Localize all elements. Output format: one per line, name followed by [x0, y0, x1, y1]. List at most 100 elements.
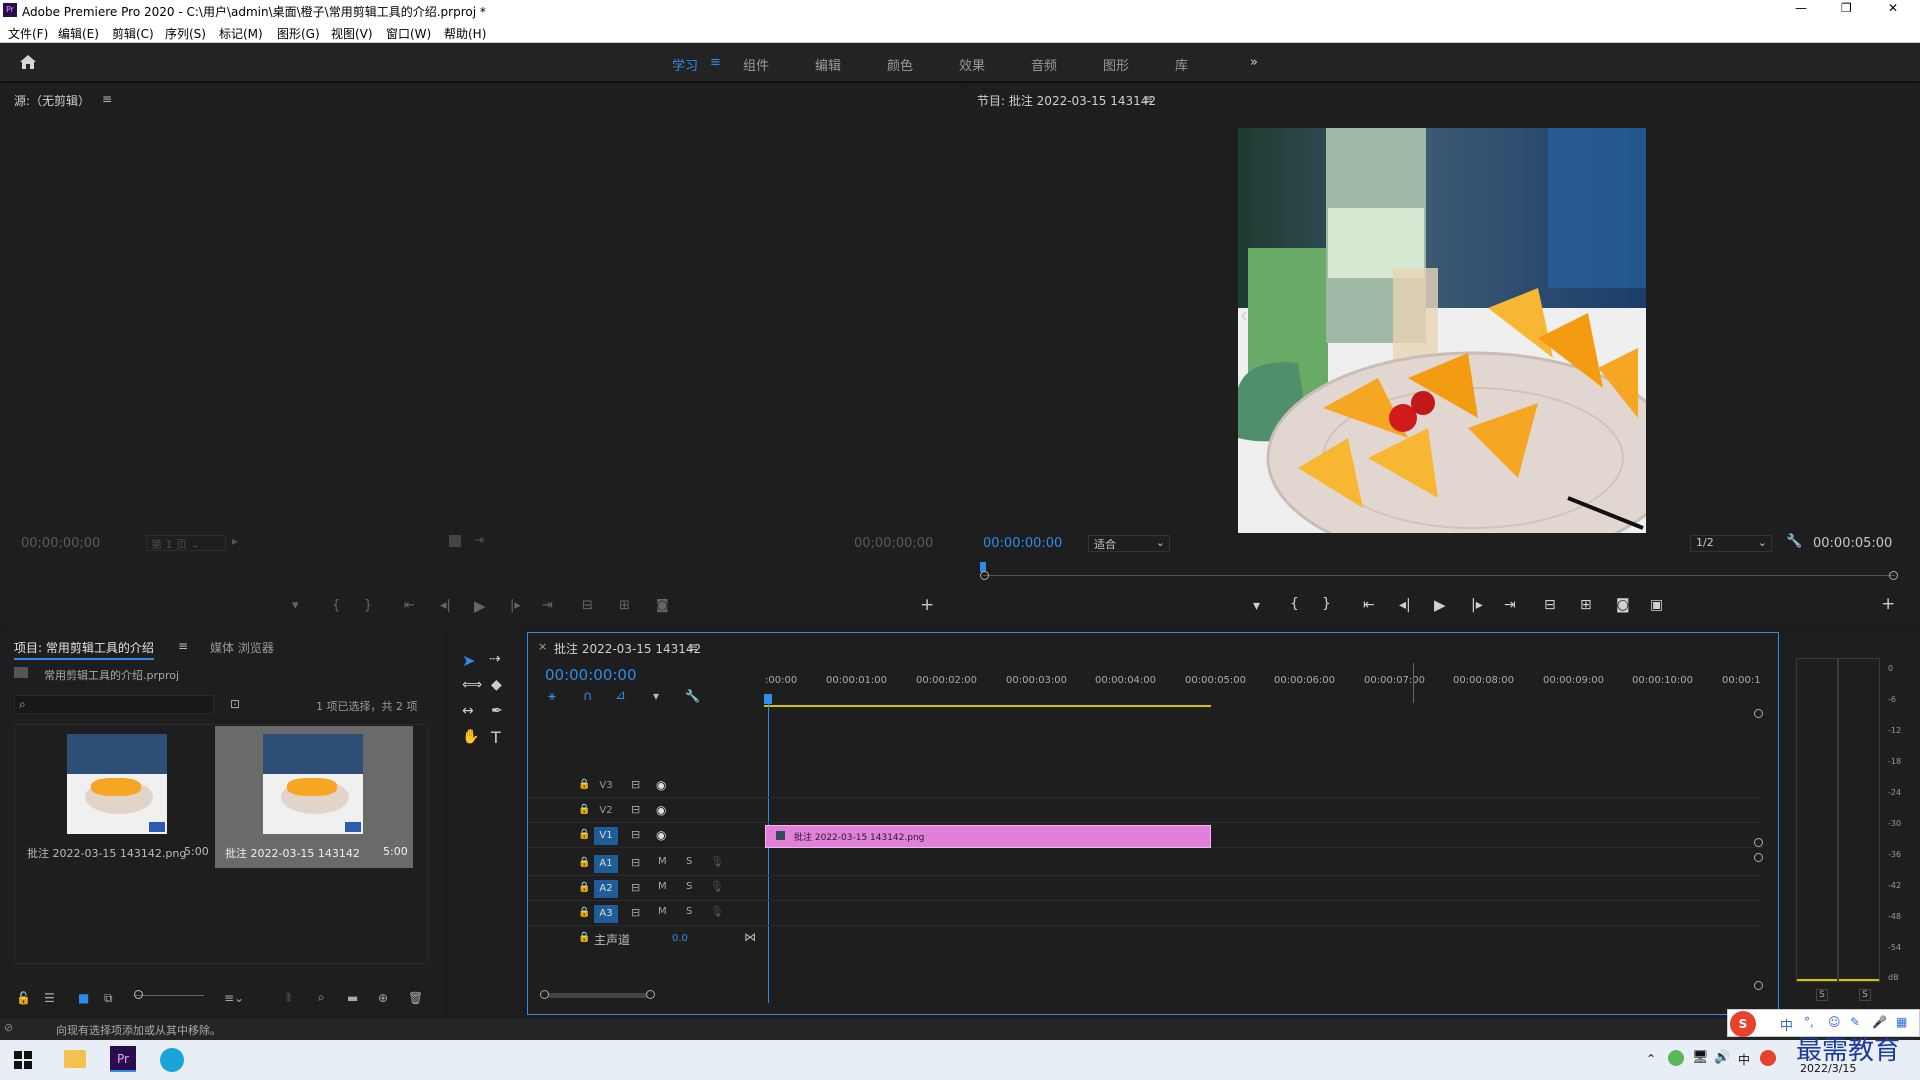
solo-button[interactable]: S: [686, 881, 692, 892]
track-lane-a1[interactable]: [764, 852, 1764, 876]
timeline-clip[interactable]: 批注 2022-03-15 143142.png: [765, 825, 1211, 848]
icon-view-icon[interactable]: ■: [78, 991, 89, 1005]
track-label[interactable]: V3: [594, 777, 618, 795]
scrubber-right-handle[interactable]: [1889, 571, 1898, 580]
resolution-dropdown[interactable]: 1/2 ⌄: [1690, 535, 1772, 552]
microphone-icon[interactable]: 🎙: [710, 905, 724, 918]
more-workspaces-button[interactable]: »: [1250, 55, 1258, 70]
mark-in-icon[interactable]: {: [1290, 596, 1299, 612]
workspace-tab-assembly[interactable]: 组件: [743, 55, 769, 74]
microphone-icon[interactable]: 🎙: [710, 855, 724, 868]
safe-margins-icon[interactable]: [449, 535, 461, 547]
track-lane-v3[interactable]: [764, 774, 1764, 798]
source-timecode-left[interactable]: 00;00;00;00: [21, 536, 100, 551]
vertical-zoom-handle[interactable]: [1754, 709, 1763, 718]
ime-toolbox-icon[interactable]: ▦: [1896, 1015, 1907, 1029]
minimize-button[interactable]: —: [1795, 1, 1807, 15]
work-area-bar[interactable]: [764, 705, 1211, 707]
timeline-timecode[interactable]: 00:00:00:00: [545, 666, 637, 684]
sogou-input-icon[interactable]: [1760, 1050, 1776, 1066]
step-forward-icon[interactable]: |▸: [1471, 597, 1483, 613]
solo-button[interactable]: S: [686, 856, 692, 867]
automate-icon[interactable]: ⫴: [286, 991, 291, 1006]
export-frame-icon[interactable]: ◙: [1616, 597, 1630, 613]
solo-right-button[interactable]: S: [1859, 989, 1871, 1001]
chevron-right-icon[interactable]: ›: [1630, 303, 1638, 327]
mute-button[interactable]: M: [658, 906, 667, 917]
project-search-input[interactable]: ⌕: [14, 695, 214, 714]
track-lane-a3[interactable]: [764, 902, 1764, 926]
vertical-zoom-handle[interactable]: [1754, 853, 1763, 862]
add-button-icon[interactable]: +: [1881, 594, 1895, 614]
sync-lock-icon[interactable]: ⊟: [631, 828, 640, 841]
timeline-sequence-tab[interactable]: 批注 2022-03-15 143142: [554, 640, 701, 657]
sync-lock-icon[interactable]: ⊟: [631, 778, 640, 791]
sync-lock-icon[interactable]: ⊟: [631, 881, 640, 894]
new-search-bin-icon[interactable]: ⊡: [230, 697, 240, 711]
insert-icon[interactable]: ⇥: [474, 533, 484, 547]
add-marker-icon[interactable]: ▾: [653, 689, 659, 703]
project-tab[interactable]: 项目: 常用剪辑工具的介绍: [14, 639, 154, 660]
list-view-icon[interactable]: ☰: [44, 991, 55, 1005]
microphone-icon[interactable]: 🎙: [710, 880, 724, 893]
ripple-edit-tool-icon[interactable]: ⟺: [462, 677, 482, 693]
pen-tool-icon[interactable]: ✒: [491, 703, 503, 719]
mark-out-icon[interactable]: }: [364, 598, 372, 613]
lock-icon[interactable]: 🔒: [578, 804, 590, 815]
timeline-settings-icon[interactable]: 🔧: [685, 689, 700, 703]
mark-out-icon[interactable]: }: [1322, 596, 1331, 612]
scroll-right-handle[interactable]: [646, 990, 655, 999]
close-tab-icon[interactable]: ×: [538, 640, 547, 653]
menu-view[interactable]: 视图(V): [331, 25, 373, 42]
type-tool-icon[interactable]: T: [491, 728, 501, 747]
track-label[interactable]: A2: [594, 880, 618, 898]
go-to-in-icon[interactable]: ⇤: [1363, 597, 1375, 613]
panel-menu-icon[interactable]: ≡: [688, 640, 698, 654]
eye-icon[interactable]: ◉: [656, 828, 666, 842]
ime-voice-icon[interactable]: 🎤: [1872, 1015, 1887, 1029]
ime-emoji-icon[interactable]: ☺: [1828, 1015, 1841, 1029]
maximize-button[interactable]: ❐: [1841, 1, 1852, 15]
mute-button[interactable]: M: [658, 856, 667, 867]
linked-selection-icon[interactable]: ⊿: [615, 688, 626, 703]
workspace-menu-icon[interactable]: ≡: [710, 55, 721, 70]
lift-icon[interactable]: ⊟: [1544, 597, 1556, 613]
panel-menu-icon[interactable]: ≡: [102, 92, 112, 106]
eye-icon[interactable]: ◉: [656, 778, 666, 792]
ime-skin-icon[interactable]: ✎: [1850, 1015, 1860, 1029]
lock-icon[interactable]: 🔒: [578, 882, 590, 893]
mark-in-icon[interactable]: {: [332, 598, 340, 613]
workspace-tab-libraries[interactable]: 库: [1175, 55, 1188, 74]
lock-icon[interactable]: 🔒: [578, 932, 590, 943]
track-label[interactable]: A3: [594, 905, 618, 923]
export-frame-icon[interactable]: ◙: [656, 598, 669, 613]
vertical-zoom-handle[interactable]: [1754, 981, 1763, 990]
track-select-tool-icon[interactable]: ⇢: [489, 651, 501, 667]
menu-graphics[interactable]: 图形(G): [277, 25, 320, 42]
edge-browser-icon[interactable]: [160, 1048, 184, 1072]
workspace-tab-audio[interactable]: 音频: [1031, 55, 1057, 74]
time-ruler[interactable]: :00:00 00:00:01:00 00:00:02:00 00:00:03:…: [764, 663, 1764, 707]
tray-app-icon[interactable]: [1668, 1050, 1684, 1066]
lock-icon[interactable]: 🔒: [578, 907, 590, 918]
windows-start-icon[interactable]: [14, 1051, 32, 1069]
lock-icon[interactable]: 🔒: [578, 857, 590, 868]
play-icon[interactable]: ▶: [474, 597, 486, 615]
new-bin-icon[interactable]: ▬: [347, 991, 358, 1005]
close-button[interactable]: ✕: [1888, 1, 1898, 15]
network-icon[interactable]: 🖥: [1692, 1050, 1709, 1065]
source-monitor-title[interactable]: 源:（无剪辑）: [14, 92, 90, 109]
ime-mode-label[interactable]: 中: [1780, 1015, 1793, 1034]
add-marker-icon[interactable]: ▾: [1253, 598, 1260, 614]
master-gap-icon[interactable]: ⋈: [744, 930, 756, 944]
menu-edit[interactable]: 编辑(E): [58, 25, 99, 42]
ime-punctuation-icon[interactable]: °,: [1804, 1015, 1814, 1029]
media-browser-tab[interactable]: 媒体 浏览器: [210, 639, 274, 656]
track-lane-v2[interactable]: [764, 799, 1764, 823]
freeform-view-icon[interactable]: ⧉: [104, 991, 113, 1006]
workspace-tab-color[interactable]: 颜色: [887, 55, 913, 74]
nest-sequence-icon[interactable]: ⚹: [548, 689, 556, 704]
insert-clip-icon[interactable]: ⊟: [582, 598, 593, 613]
track-lane-a2[interactable]: [764, 877, 1764, 901]
file-explorer-icon[interactable]: [64, 1050, 86, 1068]
